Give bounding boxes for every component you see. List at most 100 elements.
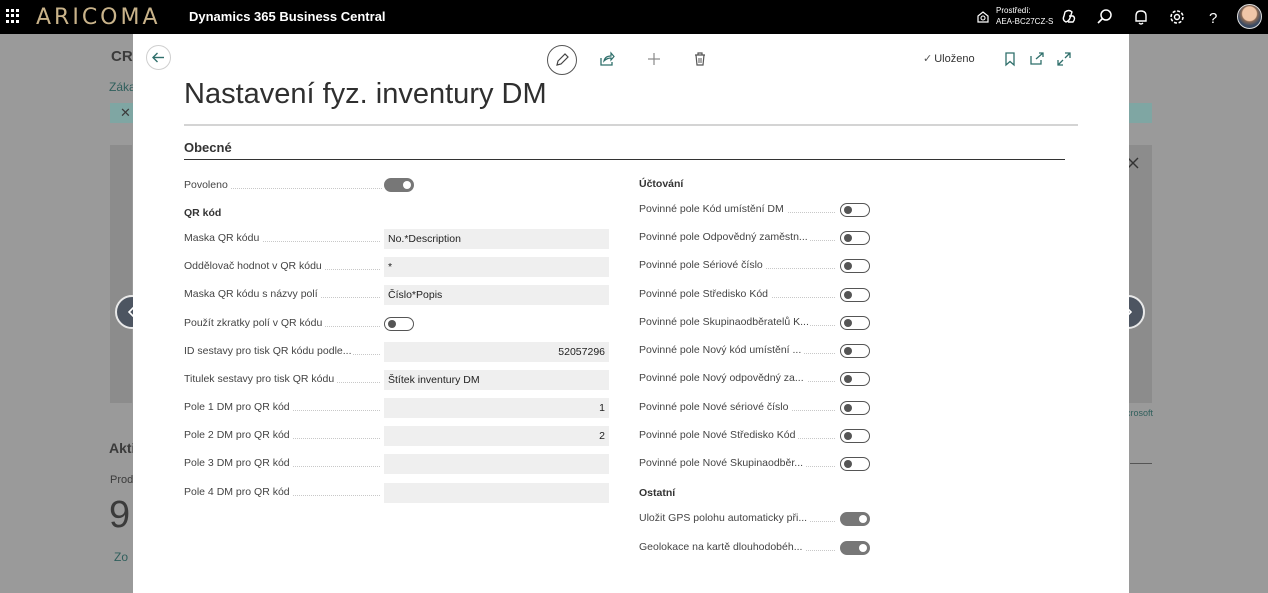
- qr-mask-input[interactable]: No.*Description: [384, 229, 609, 249]
- field-label: Povinné pole Kód umístění DM: [639, 203, 787, 215]
- environment-icon: [977, 11, 989, 23]
- field-qr-field-1: Pole 1 DM pro QR kód 1: [184, 398, 609, 418]
- field-label: Povinné pole Nový odpovědný za...: [639, 372, 807, 384]
- bookmark-icon[interactable]: [1001, 50, 1019, 68]
- geolocation-toggle[interactable]: [840, 541, 870, 555]
- field-label: Maska QR kódu: [184, 232, 263, 244]
- qr-field-4-input[interactable]: [384, 483, 609, 503]
- field-report-caption: Titulek sestavy pro tisk QR kódu Štítek …: [184, 370, 609, 390]
- field-label: Povinné pole Skupinaodběratelů K...: [639, 316, 809, 328]
- field-qr-field-3: Pole 3 DM pro QR kód: [184, 454, 609, 474]
- environment-label: Prostředí:: [996, 6, 1031, 15]
- field-label: Povoleno: [184, 179, 231, 191]
- field-label: Pole 2 DM pro QR kód: [184, 429, 293, 441]
- field-qr-separator: Oddělovač hodnot v QR kódu *: [184, 257, 609, 277]
- saved-status: ✓ Uloženo: [923, 52, 975, 65]
- bg-panel-right: [1128, 145, 1152, 403]
- svg-text:?: ?: [1209, 10, 1217, 26]
- bg-panel-left: [110, 145, 132, 403]
- field-label: Povinné pole Středisko Kód: [639, 288, 771, 300]
- help-icon[interactable]: ?: [1204, 8, 1222, 26]
- top-bar: ARICOMA Dynamics 365 Business Central Pr…: [0, 0, 1268, 34]
- mandatory-new-serial-toggle[interactable]: [840, 401, 870, 415]
- bg-more-link: Zo: [114, 550, 129, 564]
- mandatory-center-toggle[interactable]: [840, 288, 870, 302]
- field-label: Pole 4 DM pro QR kód: [184, 486, 293, 498]
- qr-field-1-input[interactable]: 1: [384, 398, 609, 418]
- back-button[interactable]: [146, 45, 171, 70]
- copilot-icon[interactable]: [1060, 8, 1078, 26]
- qr-mask-names-input[interactable]: Číslo*Popis: [384, 285, 609, 305]
- notifications-icon[interactable]: [1132, 8, 1150, 26]
- bg-divider: [1130, 463, 1152, 464]
- field-label: Povinné pole Sériové číslo: [639, 259, 766, 271]
- pencil-icon: [556, 53, 569, 66]
- plus-icon[interactable]: [645, 50, 663, 68]
- field-qr-field-2: Pole 2 DM pro QR kód 2: [184, 426, 609, 446]
- environment-value: AEA-BC27CZ-S: [996, 17, 1054, 26]
- field-qr-mask: Maska QR kódu No.*Description: [184, 229, 609, 249]
- report-caption-input[interactable]: Štítek inventury DM: [384, 370, 609, 390]
- gear-icon[interactable]: [1168, 8, 1186, 26]
- trash-icon[interactable]: [691, 50, 709, 68]
- share-icon[interactable]: [598, 50, 616, 68]
- bg-close-icon-left: ✕: [120, 105, 131, 120]
- saved-label: Uloženo: [934, 53, 975, 65]
- title-divider: [184, 124, 1078, 126]
- qr-field-2-input[interactable]: 2: [384, 426, 609, 446]
- company-logo: ARICOMA: [36, 5, 161, 30]
- field-label: Titulek sestavy pro tisk QR kódu: [184, 373, 338, 385]
- mandatory-serial-toggle[interactable]: [840, 259, 870, 273]
- open-in-new-window-icon[interactable]: [1028, 50, 1046, 68]
- group-posting: Účtování: [639, 178, 684, 190]
- field-label: Použít zkratky polí v QR kódu: [184, 317, 326, 329]
- bg-microsoft-text: crosoft: [1126, 408, 1154, 418]
- mandatory-location-toggle[interactable]: [840, 203, 870, 217]
- bg-big-number: 9: [109, 494, 131, 536]
- bg-filter-bar-right: [1126, 103, 1152, 123]
- bg-activities-heading: Akti: [109, 440, 136, 456]
- field-qr-field-4: Pole 4 DM pro QR kód: [184, 483, 609, 503]
- field-report-id: ID sestavy pro tisk QR kódu podle... 520…: [184, 342, 609, 362]
- section-title-general[interactable]: Obecné: [184, 140, 232, 155]
- app-launcher-icon[interactable]: [6, 9, 20, 23]
- field-label: Povinné pole Nový kód umístění ...: [639, 344, 805, 356]
- field-label: Oddělovač hodnot v QR kódu: [184, 260, 325, 272]
- report-id-input[interactable]: 52057296: [384, 342, 609, 362]
- field-label: Pole 1 DM pro QR kód: [184, 401, 293, 413]
- page-title: Nastavení fyz. inventury DM: [184, 78, 547, 110]
- checkmark-icon: ✓: [923, 53, 933, 65]
- search-icon[interactable]: [1096, 8, 1114, 26]
- field-label: Pole 3 DM pro QR kód: [184, 457, 293, 469]
- back-arrow-icon: [152, 52, 164, 63]
- field-label: Maska QR kódu s názvy polí: [184, 288, 321, 300]
- mandatory-employee-toggle[interactable]: [840, 231, 870, 245]
- use-shortcuts-toggle[interactable]: [384, 317, 414, 331]
- section-divider: [184, 159, 1065, 160]
- mandatory-new-center-toggle[interactable]: [840, 429, 870, 443]
- field-qr-mask-names: Maska QR kódu s názvy polí Číslo*Popis: [184, 285, 609, 305]
- field-label: Povinné pole Nové sériové číslo: [639, 401, 792, 413]
- field-label: Povinné pole Odpovědný zaměstn...: [639, 231, 809, 243]
- setup-card-dialog: ✓ Uloženo Nastavení fyz. inventury DM Obe…: [133, 34, 1129, 593]
- qr-field-3-input[interactable]: [384, 454, 609, 474]
- environment-indicator[interactable]: Prostředí: AEA-BC27CZ-S: [976, 6, 1056, 30]
- field-label: Geolokace na kartě dlouhodobéh...: [639, 541, 806, 553]
- qr-separator-input[interactable]: *: [384, 257, 609, 277]
- field-label: ID sestavy pro tisk QR kódu podle...: [184, 345, 352, 357]
- mandatory-new-location-toggle[interactable]: [840, 344, 870, 358]
- app-title[interactable]: Dynamics 365 Business Central: [189, 9, 386, 24]
- field-label: Povinné pole Nové Skupinaodběr...: [639, 457, 807, 469]
- bg-link: Záka: [109, 80, 136, 94]
- bg-prod-label: Prod: [110, 474, 134, 486]
- mandatory-new-employee-toggle[interactable]: [840, 372, 870, 386]
- mandatory-customer-group-toggle[interactable]: [840, 316, 870, 330]
- save-gps-toggle[interactable]: [840, 512, 870, 526]
- expand-icon[interactable]: [1055, 50, 1073, 68]
- enabled-toggle[interactable]: [384, 178, 414, 192]
- edit-button[interactable]: [547, 45, 577, 75]
- field-label: Uložit GPS polohu automaticky při...: [639, 512, 809, 524]
- avatar[interactable]: [1237, 4, 1262, 29]
- field-label: Povinné pole Nové Středisko Kód: [639, 429, 799, 441]
- mandatory-new-customer-group-toggle[interactable]: [840, 457, 870, 471]
